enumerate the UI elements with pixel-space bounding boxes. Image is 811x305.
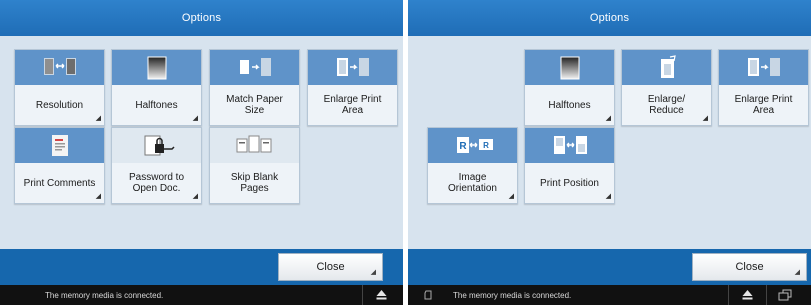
match-paper-size-button[interactable]: Match Paper Size [209, 49, 300, 126]
bottom-bar: Close ◢ [408, 249, 811, 285]
enlarge-print-area-button[interactable]: Enlarge Print Area [307, 49, 398, 126]
close-button[interactable]: Close ◢ [692, 253, 807, 281]
memory-media-icon [424, 290, 432, 300]
halftones-icon [525, 50, 614, 85]
options-content: Halftones ◢ Enlarge/ Reduce ◢ Enlarge Pr… [408, 36, 811, 249]
title-bar: Options [0, 0, 403, 36]
more-options-icon: ◢ [192, 115, 198, 122]
device-status-icon[interactable] [778, 288, 792, 302]
password-icon [112, 128, 201, 163]
options-screen-right: Options Halftones ◢ Enlarge/ Reduce ◢ En… [408, 0, 811, 305]
enlarge-print-area-icon [308, 50, 397, 85]
svg-text:R: R [483, 141, 489, 150]
tile-label: Enlarge/ Reduce [647, 94, 686, 116]
print-position-button[interactable]: Print Position ◢ [524, 127, 615, 204]
match-paper-size-icon [210, 50, 299, 85]
more-options-icon: ◢ [702, 115, 708, 122]
tile-label: Match Paper Size [226, 94, 283, 116]
enlarge-reduce-icon [622, 50, 711, 85]
enlarge-reduce-button[interactable]: Enlarge/ Reduce ◢ [621, 49, 712, 126]
resolution-button[interactable]: Resolution ◢ [14, 49, 105, 126]
enlarge-print-area-icon [719, 50, 808, 85]
screen-title: Options [181, 12, 222, 24]
tile-label: Enlarge Print Area [734, 94, 793, 116]
screen-title: Options [589, 12, 630, 24]
print-position-icon [525, 128, 614, 163]
corner-mark-icon: ◢ [370, 269, 376, 276]
more-options-icon: ◢ [508, 193, 514, 200]
eject-icon[interactable] [742, 289, 753, 301]
halftones-button[interactable]: Halftones ◢ [524, 49, 615, 126]
title-bar: Options [408, 0, 811, 36]
close-button[interactable]: Close ◢ [278, 253, 383, 281]
corner-mark-icon: ◢ [794, 269, 800, 276]
status-message: The memory media is connected. [453, 291, 572, 300]
tile-label: Halftones [548, 99, 591, 111]
more-options-icon: ◢ [95, 193, 101, 200]
tile-label: Password to Open Doc. [128, 172, 185, 194]
skip-blank-pages-icon [210, 128, 299, 163]
svg-text:R: R [459, 141, 467, 152]
tile-label: Print Comments [23, 177, 96, 189]
more-options-icon: ◢ [192, 193, 198, 200]
print-comments-button[interactable]: Print Comments ◢ [14, 127, 105, 204]
halftones-icon [112, 50, 201, 85]
tile-label: Halftones [135, 99, 178, 111]
status-divider [362, 285, 363, 305]
options-content: Resolution ◢ Halftones ◢ Match Paper Siz… [0, 36, 403, 249]
more-options-icon: ◢ [95, 115, 101, 122]
enlarge-print-area-button[interactable]: Enlarge Print Area [718, 49, 809, 126]
print-comments-icon [15, 128, 104, 163]
more-options-icon: ◢ [605, 193, 611, 200]
image-orientation-icon: R R [428, 128, 517, 163]
tile-label: Resolution [35, 99, 84, 111]
tile-label: Print Position [540, 177, 599, 189]
options-screen-left: Options Resolution ◢ Halftones ◢ Match P… [0, 0, 403, 305]
halftones-button[interactable]: Halftones ◢ [111, 49, 202, 126]
close-label: Close [735, 261, 764, 273]
password-to-open-doc-button[interactable]: Password to Open Doc. ◢ [111, 127, 202, 204]
status-message: The memory media is connected. [45, 291, 164, 300]
status-divider [766, 285, 767, 305]
tile-label: Skip Blank Pages [230, 172, 279, 194]
tile-label: Image Orientation [448, 172, 497, 194]
image-orientation-button[interactable]: R R Image Orientation ◢ [427, 127, 518, 204]
resolution-icon [15, 50, 104, 85]
status-bar: The memory media is connected. [0, 285, 403, 305]
more-options-icon: ◢ [605, 115, 611, 122]
bottom-bar: Close ◢ [0, 249, 403, 285]
skip-blank-pages-button[interactable]: Skip Blank Pages [209, 127, 300, 204]
eject-icon[interactable] [376, 289, 387, 301]
tile-label: Enlarge Print Area [323, 94, 382, 116]
status-divider [728, 285, 729, 305]
status-bar: The memory media is connected. [408, 285, 811, 305]
close-label: Close [316, 261, 345, 273]
